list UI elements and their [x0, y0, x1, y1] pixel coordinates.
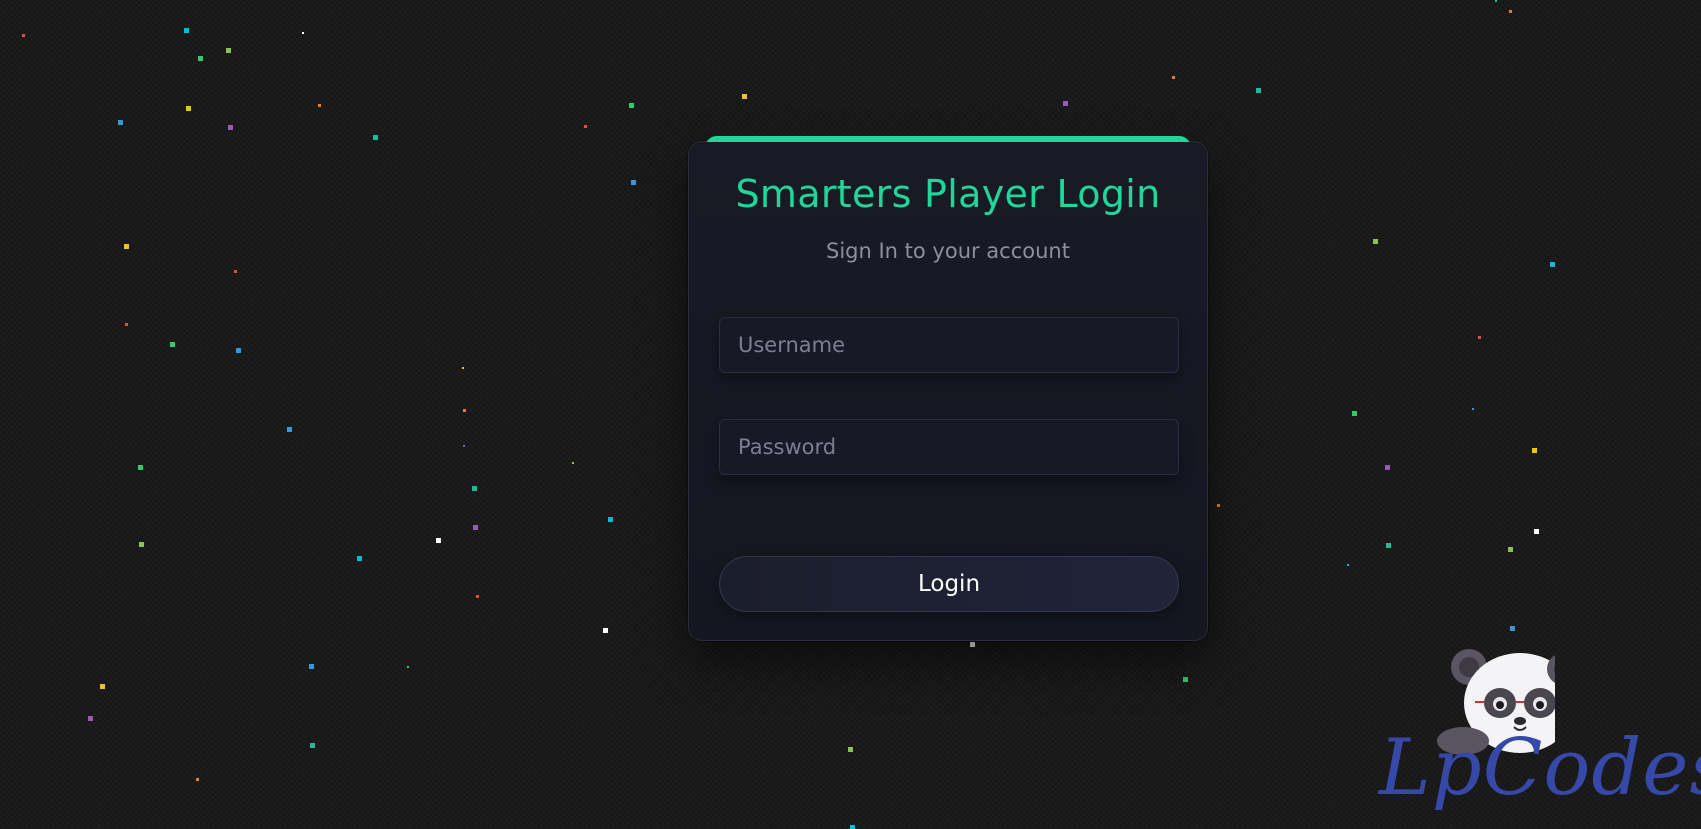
confetti-particle — [186, 106, 191, 111]
password-input[interactable] — [719, 419, 1179, 475]
confetti-particle — [1183, 677, 1188, 682]
confetti-particle — [125, 323, 128, 326]
confetti-particle — [1495, 0, 1497, 2]
confetti-particle — [463, 445, 465, 447]
confetti-particle — [1550, 262, 1555, 267]
confetti-particle — [1172, 76, 1175, 79]
confetti-particle — [742, 94, 747, 99]
confetti-particle — [970, 642, 975, 647]
confetti-particle — [236, 348, 241, 353]
confetti-particle — [1532, 448, 1537, 453]
confetti-particle — [184, 28, 189, 33]
confetti-particle — [118, 120, 123, 125]
confetti-particle — [1385, 465, 1390, 470]
confetti-particle — [631, 180, 636, 185]
confetti-particle — [198, 56, 203, 61]
confetti-particle — [124, 244, 129, 249]
page-title: Smarters Player Login — [735, 172, 1161, 216]
confetti-particle — [138, 465, 143, 470]
confetti-particle — [584, 125, 587, 128]
confetti-particle — [472, 486, 477, 491]
confetti-particle — [850, 825, 855, 829]
confetti-particle — [88, 716, 93, 721]
login-card-body: Smarters Player Login Sign In to your ac… — [689, 142, 1207, 640]
confetti-particle — [407, 666, 409, 668]
confetti-particle — [226, 48, 231, 53]
confetti-particle — [196, 778, 199, 781]
login-card: Smarters Player Login Sign In to your ac… — [688, 136, 1208, 641]
confetti-particle — [318, 104, 321, 107]
confetti-particle — [228, 125, 233, 130]
confetti-particle — [309, 664, 314, 669]
login-button[interactable]: Login — [719, 556, 1179, 612]
confetti-particle — [436, 538, 441, 543]
confetti-particle — [1217, 504, 1220, 507]
brand-logo-text: LpCodes — [1379, 723, 1701, 813]
confetti-particle — [1352, 411, 1357, 416]
confetti-particle — [1534, 529, 1539, 534]
confetti-particle — [170, 342, 175, 347]
confetti-particle — [463, 409, 466, 412]
confetti-particle — [234, 270, 237, 273]
confetti-particle — [476, 595, 479, 598]
confetti-particle — [373, 135, 378, 140]
confetti-particle — [22, 34, 25, 37]
confetti-particle — [1509, 10, 1512, 13]
confetti-particle — [302, 32, 304, 34]
confetti-particle — [1508, 547, 1513, 552]
confetti-particle — [1472, 408, 1474, 410]
confetti-particle — [1510, 626, 1515, 631]
confetti-particle — [572, 462, 574, 464]
confetti-particle — [1478, 336, 1481, 339]
confetti-particle — [603, 628, 608, 633]
confetti-particle — [1373, 239, 1378, 244]
confetti-particle — [357, 556, 362, 561]
brand-logo: LpCodes — [1375, 645, 1701, 825]
username-input[interactable] — [719, 317, 1179, 373]
confetti-particle — [100, 684, 105, 689]
confetti-particle — [473, 525, 478, 530]
confetti-particle — [608, 517, 613, 522]
confetti-particle — [629, 103, 634, 108]
confetti-particle — [1256, 88, 1261, 93]
confetti-particle — [1386, 543, 1391, 548]
confetti-particle — [287, 427, 292, 432]
page-subtitle: Sign In to your account — [826, 239, 1070, 263]
confetti-particle — [462, 367, 464, 369]
confetti-particle — [139, 542, 144, 547]
confetti-particle — [1347, 564, 1349, 566]
confetti-particle — [848, 747, 853, 752]
confetti-particle — [310, 743, 315, 748]
confetti-particle — [1063, 101, 1068, 106]
